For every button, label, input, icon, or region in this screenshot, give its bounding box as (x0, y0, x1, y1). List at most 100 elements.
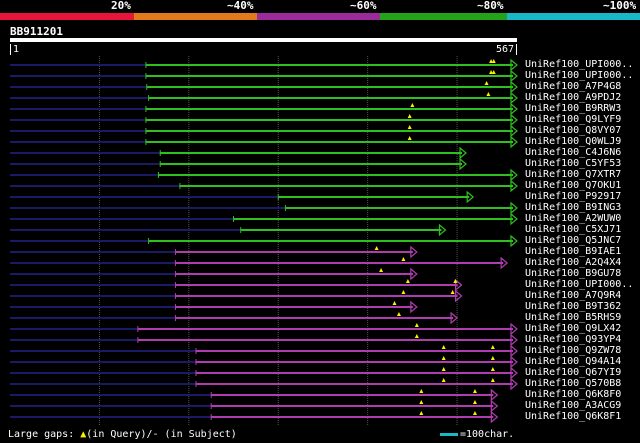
legend-segment (257, 13, 380, 20)
gap-marker-icon (490, 378, 495, 382)
gap-marker-icon (414, 323, 419, 327)
gap-marker-icon (490, 356, 495, 360)
hit-label[interactable]: UniRef100_Q7XTR7 (525, 169, 621, 180)
hit-row[interactable] (10, 190, 475, 204)
hit-row[interactable] (10, 322, 518, 336)
hit-row[interactable] (10, 212, 518, 226)
hit-label[interactable]: UniRef100_Q93YP4 (525, 334, 621, 345)
hit-row[interactable] (10, 234, 518, 248)
hit-row[interactable] (10, 91, 518, 105)
hit-row[interactable] (10, 102, 518, 116)
hit-label[interactable]: UniRef100_B9RRW3 (525, 103, 621, 114)
gap-marker-icon (407, 125, 412, 129)
hit-row[interactable] (10, 344, 518, 358)
hit-row[interactable] (10, 146, 467, 160)
query-start-label: 1 (10, 44, 19, 55)
gap-marker-icon (396, 312, 401, 316)
hit-label[interactable]: UniRef100_Q9LYF9 (525, 114, 621, 125)
gap-marker-icon (486, 92, 491, 96)
hit-row[interactable] (10, 168, 518, 182)
hit-row[interactable] (10, 399, 499, 413)
hit-label[interactable]: UniRef100_B9ING3 (525, 202, 621, 213)
gap-marker-icon (419, 400, 424, 404)
hit-row[interactable] (10, 278, 463, 292)
hit-row[interactable] (10, 135, 518, 149)
hit-label[interactable]: UniRef100_UPI000.. (525, 59, 633, 70)
hit-label[interactable]: UniRef100_Q9ZW78 (525, 345, 621, 356)
hit-label[interactable]: UniRef100_UPI000.. (525, 70, 633, 81)
scale-legend-text: =100char. (460, 429, 515, 440)
hit-row[interactable] (10, 256, 509, 270)
hit-label[interactable]: UniRef100_UPI000.. (525, 279, 633, 290)
hit-row[interactable] (10, 223, 447, 237)
gap-marker-icon (401, 257, 406, 261)
hit-row[interactable] (10, 113, 518, 127)
hit-label[interactable]: UniRef100_A3ACG9 (525, 400, 621, 411)
hit-row[interactable] (10, 377, 518, 391)
hit-label[interactable]: UniRef100_A2Q4X4 (525, 257, 621, 268)
hit-row[interactable] (10, 245, 418, 259)
hit-label[interactable]: UniRef100_C5YF53 (525, 158, 621, 169)
hit-label[interactable]: UniRef100_Q5JNC7 (525, 235, 621, 246)
hit-row[interactable] (10, 366, 518, 380)
hit-row[interactable] (10, 201, 518, 215)
hit-label[interactable]: UniRef100_Q94A14 (525, 356, 621, 367)
gap-marker-icon (484, 81, 489, 85)
gap-marker-icon (392, 301, 397, 305)
gap-marker-icon (410, 103, 415, 107)
hit-label[interactable]: UniRef100_C5XJ71 (525, 224, 621, 235)
hit-label[interactable]: UniRef100_Q7OKU1 (525, 180, 621, 191)
hit-label[interactable]: UniRef100_A9PDJ2 (525, 92, 621, 103)
legend-label: ~40% (227, 0, 254, 12)
gap-marker-icon (450, 290, 455, 294)
hit-label[interactable]: UniRef100_B9T362 (525, 301, 621, 312)
gap-marker-icon (407, 114, 412, 118)
hit-label[interactable]: UniRef100_A7P4G8 (525, 81, 621, 92)
hit-row[interactable] (10, 355, 518, 369)
hit-label[interactable]: UniRef100_B5RHS9 (525, 312, 621, 323)
hit-row[interactable] (10, 58, 518, 72)
query-bar (10, 38, 517, 42)
hit-row[interactable] (10, 410, 499, 424)
hit-row[interactable] (10, 311, 459, 325)
legend-segment (380, 13, 507, 20)
gap-marker-icon (441, 356, 446, 360)
legend-segment (134, 13, 257, 20)
hit-label[interactable]: UniRef100_A7Q9R4 (525, 290, 621, 301)
hit-row[interactable] (10, 267, 418, 281)
hit-label[interactable]: UniRef100_Q6K8F1 (525, 411, 621, 422)
hit-label[interactable]: UniRef100_Q67YI9 (525, 367, 621, 378)
hit-label[interactable]: UniRef100_A2WUW0 (525, 213, 621, 224)
query-title: BB911201 (10, 25, 63, 38)
hit-row[interactable] (10, 157, 467, 171)
hit-row[interactable] (10, 300, 418, 314)
hit-label[interactable]: UniRef100_Q9LX42 (525, 323, 621, 334)
hit-label[interactable]: UniRef100_Q570B8 (525, 378, 621, 389)
hit-row[interactable] (10, 388, 499, 402)
hit-row[interactable] (10, 289, 463, 303)
hit-label[interactable]: UniRef100_Q0WLJ9 (525, 136, 621, 147)
legend-segment (0, 13, 40, 20)
hit-label[interactable]: UniRef100_B9GU78 (525, 268, 621, 279)
hit-label[interactable]: UniRef100_Q6K8F0 (525, 389, 621, 400)
hit-row[interactable] (10, 80, 518, 94)
hit-label[interactable]: UniRef100_C4J6N6 (525, 147, 621, 158)
legend-label: ~80% (477, 0, 504, 12)
legend-segment (507, 13, 640, 20)
gap-marker-icon (401, 290, 406, 294)
scale-legend: =100char. (440, 429, 514, 441)
hit-label[interactable]: UniRef100_B9IAE1 (525, 246, 621, 257)
scale-swatch (440, 432, 458, 436)
gap-marker-icon (407, 136, 412, 140)
hit-label[interactable]: UniRef100_P92917 (525, 191, 621, 202)
gap-marker-icon (491, 59, 496, 63)
gap-marker-icon (472, 400, 477, 404)
hit-row[interactable] (10, 69, 518, 83)
hit-row[interactable] (10, 124, 518, 138)
gap-marker-icon (405, 279, 410, 283)
hit-row[interactable] (10, 179, 518, 193)
legend-label: ~100% (603, 0, 637, 12)
hit-row[interactable] (10, 333, 518, 347)
gap-legend: Large gaps: ▲(in Query)/- (in Subject) (8, 429, 237, 441)
hit-label[interactable]: UniRef100_Q8VY07 (525, 125, 621, 136)
